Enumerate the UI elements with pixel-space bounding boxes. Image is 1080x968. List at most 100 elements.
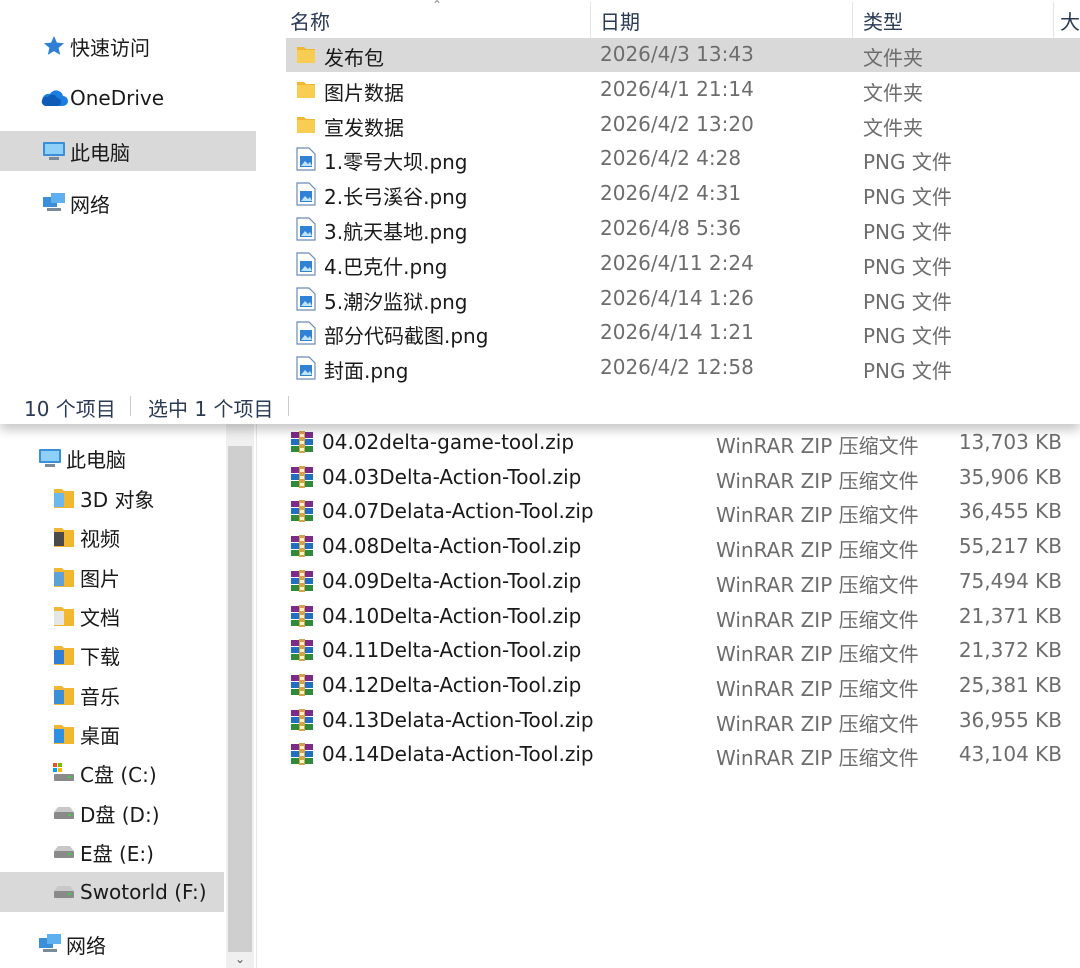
nav-item[interactable]: E盘 (E:) (0, 832, 224, 872)
star-icon (40, 34, 68, 58)
file-row[interactable]: 1.零号大坝.png 2026/4/2 4:28 PNG 文件 (286, 142, 1080, 176)
file-row[interactable]: 04.07Delata-Action-Tool.zip WinRAR ZIP 压缩… (284, 496, 1080, 530)
column-header-type[interactable]: 类型 (863, 0, 1053, 40)
nav-item[interactable]: 音乐 (0, 675, 224, 715)
file-size: 43,104 KB (958, 742, 1062, 767)
nav-item[interactable]: 3D 对象 (0, 478, 224, 518)
nav-item[interactable]: 下载 (0, 635, 224, 675)
file-row[interactable]: 04.14Delata-Action-Tool.zip WinRAR ZIP 压缩… (284, 739, 1080, 773)
file-row[interactable]: 2.长弓溪谷.png 2026/4/2 4:31 PNG 文件 (286, 177, 1080, 211)
winrar-archive-icon (290, 708, 314, 732)
file-row[interactable]: 4.巴克什.png 2026/4/11 2:24 PNG 文件 (286, 247, 1080, 281)
network-icon (36, 932, 64, 956)
file-row[interactable]: 图片数据 2026/4/1 21:14 文件夹 (286, 73, 1080, 107)
file-name: 04.07Delata-Action-Tool.zip (322, 499, 594, 524)
nav-item[interactable]: 桌面 (0, 714, 224, 754)
selection-count: 选中 1 个项目 (148, 397, 274, 421)
file-row[interactable]: 04.03Delta-Action-Tool.zip WinRAR ZIP 压缩文… (284, 462, 1080, 496)
file-type: WinRAR ZIP 压缩文件 (716, 503, 919, 528)
nav-item-label: 网络 (66, 933, 106, 958)
file-row[interactable]: 04.08Delta-Action-Tool.zip WinRAR ZIP 压缩文… (284, 531, 1080, 565)
nav-item[interactable]: 文档 (0, 596, 224, 636)
file-name: 4.巴克什.png (324, 254, 448, 279)
file-size: 36,955 KB (958, 707, 1062, 732)
file-size: 35,906 KB (958, 464, 1062, 489)
nav-item[interactable]: 图片 (0, 557, 224, 597)
nav-item-label: 音乐 (80, 684, 120, 709)
file-row[interactable]: 发布包 2026/4/3 13:43 文件夹 (286, 38, 1080, 72)
winrar-archive-icon (290, 465, 314, 489)
computer-icon (40, 139, 68, 163)
nav-item-label: 图片 (80, 566, 120, 591)
file-row[interactable]: 封面.png 2026/4/2 12:58 PNG 文件 (286, 351, 1080, 385)
file-type: WinRAR ZIP 压缩文件 (716, 572, 919, 597)
nav-item-label: 桌面 (80, 723, 120, 748)
file-type: PNG 文件 (863, 185, 952, 210)
file-name: 3.航天基地.png (324, 220, 468, 244)
file-name: 部分代码截图.png (324, 324, 489, 349)
nav-item-label: C盘 (C:) (80, 762, 157, 787)
nav-item[interactable]: Swotorld (F:) (0, 872, 224, 912)
file-row[interactable]: 3.航天基地.png 2026/4/8 5:36 PNG 文件 (286, 212, 1080, 246)
nav-item[interactable]: 网络 (0, 924, 224, 964)
nav-item[interactable]: 此电脑 (0, 131, 256, 171)
file-row[interactable]: 部分代码截图.png 2026/4/14 1:21 PNG 文件 (286, 316, 1080, 350)
status-divider (288, 396, 289, 416)
file-name: 04.12Delta-Action-Tool.zip (322, 672, 582, 697)
file-type: WinRAR ZIP 压缩文件 (716, 746, 919, 771)
nav-item[interactable]: 快速访问 (0, 26, 256, 66)
column-header-date-label: 日期 (600, 9, 640, 34)
file-row[interactable]: 04.10Delta-Action-Tool.zip WinRAR ZIP 压缩文… (284, 601, 1080, 635)
folder-icon (296, 43, 316, 67)
file-name: 发布包 (324, 46, 384, 70)
nav-item[interactable]: OneDrive (0, 78, 256, 118)
cloud-icon (40, 86, 68, 110)
file-row[interactable]: 5.潮汐监狱.png 2026/4/14 1:26 PNG 文件 (286, 282, 1080, 316)
file-row[interactable]: 04.09Delta-Action-Tool.zip WinRAR ZIP 压缩文… (284, 566, 1080, 600)
png-file-icon (296, 321, 316, 345)
column-header-size-label: 大 (1060, 9, 1080, 34)
winrar-archive-icon (290, 499, 314, 523)
file-row[interactable]: 04.02delta-game-tool.zip WinRAR ZIP 压缩文件 1… (284, 427, 1080, 461)
file-type: PNG 文件 (863, 254, 952, 279)
column-header-size[interactable]: 大 (1060, 0, 1080, 40)
nav-item[interactable]: 网络 (0, 183, 256, 223)
file-row[interactable]: 宣发数据 2026/4/2 13:20 文件夹 (286, 108, 1080, 142)
nav-item[interactable]: D盘 (D:) (0, 793, 224, 833)
nav-item-label: 文档 (80, 605, 120, 630)
file-name: 1.零号大坝.png (324, 150, 468, 175)
drive-icon (50, 801, 78, 825)
top-file-list: 名称 ⌃ 日期 类型 大 发布包 2026/4/3 13:43 文件夹 图片数据 202… (286, 0, 1080, 386)
file-size: 21,371 KB (958, 603, 1062, 628)
column-divider[interactable] (852, 2, 853, 40)
nav-item[interactable]: C盘 (C:) (0, 753, 224, 793)
winrar-archive-icon (290, 638, 314, 662)
file-type: PNG 文件 (863, 359, 952, 384)
computer-icon (36, 446, 64, 470)
top-explorer-window: 快速访问 OneDrive 此电脑 网络 名称 ⌃ 日期 类型 大 发布包 2026/4… (0, 0, 1080, 424)
file-date: 2026/4/2 12:58 (600, 355, 754, 380)
column-divider[interactable] (1053, 2, 1054, 40)
nav-item[interactable]: 此电脑 (0, 438, 224, 478)
file-row[interactable]: 04.13Delata-Action-Tool.zip WinRAR ZIP 压缩… (284, 705, 1080, 739)
png-file-icon (296, 286, 316, 311)
system-drive-icon (50, 761, 78, 785)
bottom-explorer-window: 此电脑 3D 对象 视频图片文档下载音乐桌面 C盘 (C:) D盘 (D:) E盘 (E:… (0, 424, 1080, 968)
file-size: 21,372 KB (958, 638, 1062, 663)
scroll-down-arrow-icon[interactable]: ⌄ (230, 952, 250, 968)
file-row[interactable]: 04.11Delta-Action-Tool.zip WinRAR ZIP 压缩文… (284, 635, 1080, 669)
column-header-date[interactable]: 日期 (600, 0, 850, 40)
winrar-archive-icon (290, 569, 314, 593)
status-bar: 10 个项目 选中 1 个项目 (0, 386, 1080, 424)
nav-scrollbar-thumb[interactable] (228, 446, 252, 952)
winrar-archive-icon (290, 673, 314, 697)
file-type: 文件夹 (863, 46, 923, 70)
column-header-name[interactable]: 名称 ⌃ (290, 0, 590, 40)
status-divider (130, 396, 131, 416)
file-type: WinRAR ZIP 压缩文件 (716, 538, 919, 563)
nav-item[interactable]: 视频 (0, 517, 224, 557)
bottom-navigation-pane: 此电脑 3D 对象 视频图片文档下载音乐桌面 C盘 (C:) D盘 (D:) E盘 (E:… (0, 424, 226, 968)
column-divider[interactable] (590, 2, 591, 40)
downloads-folder-icon (50, 643, 78, 667)
file-row[interactable]: 04.12Delta-Action-Tool.zip WinRAR ZIP 压缩文… (284, 670, 1080, 704)
